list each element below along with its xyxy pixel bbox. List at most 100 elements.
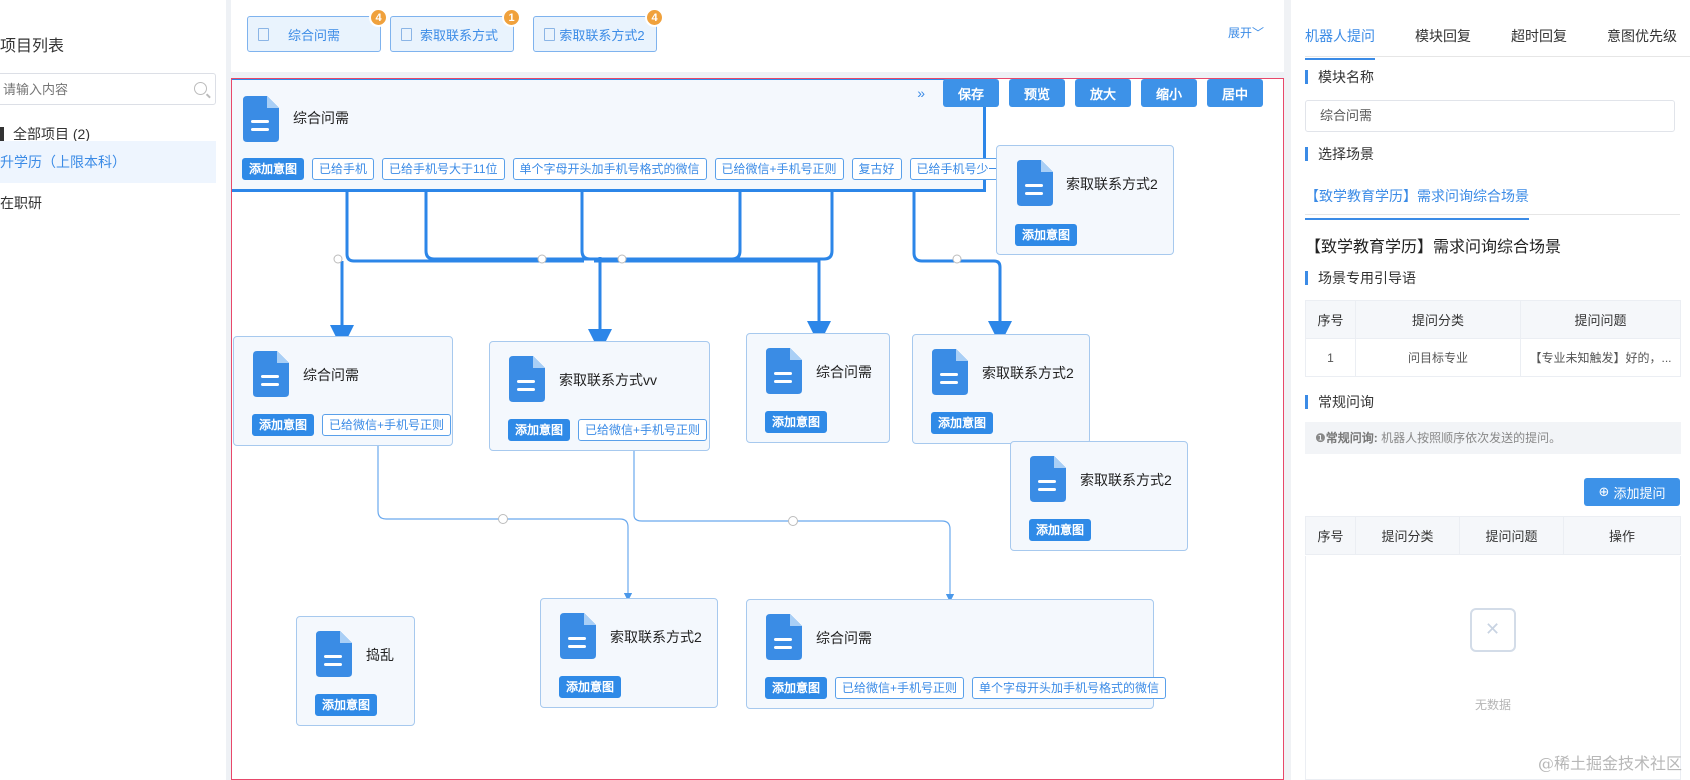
info-icon: ❶ <box>1315 431 1326 445</box>
expand-toggle[interactable]: 展开﹀ <box>1228 24 1264 41</box>
regular-label: 常规问询 <box>1305 395 1374 409</box>
sidebar-title: 项目列表 <box>0 38 65 55</box>
tab-timeout-reply[interactable]: 超时回复 <box>1511 26 1567 60</box>
flow-node-zonghe-b[interactable]: 综合问需 添加意图 <box>746 333 890 443</box>
module-tab-contact[interactable]: 索取联系方式 1 <box>390 8 521 52</box>
intent-chip-list: 添加意图 <box>1029 519 1092 541</box>
plus-circle-icon: ⊕ <box>1598 484 1610 499</box>
flow-node-zonghe-a[interactable]: 综合问需 添加意图 已给微信+手机号正则 <box>233 336 453 446</box>
add-intent-button[interactable]: 添加意图 <box>765 411 828 433</box>
flow-node-contact2-c[interactable]: 索取联系方式2 添加意图 <box>1010 441 1188 551</box>
document-icon <box>401 28 412 41</box>
config-tabs: 机器人提问 模块回复 超时回复 意图优先级 <box>1305 26 1677 60</box>
node-title: 索取联系方式vv <box>559 372 657 388</box>
intent-chip[interactable]: 已给微信+手机号正则 <box>322 414 452 436</box>
tab-label: 索取联系方式2 <box>559 27 645 43</box>
col-header: 提问分类 <box>1355 516 1460 555</box>
cell: 1 <box>1305 338 1356 377</box>
module-tab-zonghe[interactable]: 综合问需 4 <box>247 8 388 52</box>
chevron-down-icon: ﹀ <box>1251 26 1264 40</box>
hint-text: 机器人按照顺序依次发送的提问。 <box>1377 431 1562 445</box>
flow-node-zonghe-c[interactable]: 综合问需 添加意图 已给微信+手机号正则 单个字母开头加手机号格式的微信 <box>746 599 1167 709</box>
flow-canvas[interactable]: 综合问需 添加意图 已给手机 已给手机号大于11位 单个字母开头加手机号格式的微… <box>231 78 1284 780</box>
tab-module-reply[interactable]: 模块回复 <box>1415 26 1471 60</box>
module-tab-contact2[interactable]: 索取联系方式2 4 <box>533 8 664 52</box>
panel-gutter <box>1284 0 1291 780</box>
add-intent-button[interactable]: 添加意图 <box>315 694 378 716</box>
add-intent-button[interactable]: 添加意图 <box>559 676 622 698</box>
add-intent-button[interactable]: 添加意图 <box>1015 224 1078 246</box>
add-intent-button[interactable]: 添加意图 <box>252 414 315 436</box>
scene-label: 选择场景 <box>1305 147 1374 161</box>
module-config-panel: 机器人提问 模块回复 超时回复 意图优先级 模块名称 综合问需 选择场景 【致学… <box>1291 0 1690 780</box>
node-title: 捣乱 <box>366 647 394 663</box>
preview-button[interactable]: 预览 <box>1009 79 1065 107</box>
add-intent-button[interactable]: 添加意图 <box>931 412 994 434</box>
intent-chip[interactable]: 单个字母开头加手机号格式的微信 <box>972 677 1167 699</box>
intent-chip[interactable]: 已给微信+手机号正则 <box>578 419 708 441</box>
hint-bold: 常规问询: <box>1325 431 1378 445</box>
module-tab-strip: 综合问需 4 索取联系方式 1 索取联系方式2 4 展开﹀ <box>231 0 1284 72</box>
node-title: 索取联系方式2 <box>1080 472 1172 488</box>
guide-label: 场景专用引导语 <box>1305 271 1416 285</box>
flow-node-contact2-b[interactable]: 索取联系方式2 添加意图 <box>912 334 1090 444</box>
intent-chip[interactable]: 已给手机 <box>312 158 375 180</box>
expand-label: 展开 <box>1227 26 1252 40</box>
tab-label: 索取联系方式 <box>419 27 498 43</box>
project-search-input[interactable] <box>0 74 177 104</box>
col-header: 序号 <box>1305 300 1356 339</box>
node-title: 索取联系方式2 <box>610 629 702 645</box>
empty-calendar-icon <box>1470 608 1516 652</box>
flow-node-contact2[interactable]: 索取联系方式2 添加意图 <box>996 145 1174 255</box>
add-intent-button[interactable]: 添加意图 <box>765 677 828 699</box>
intent-chip-list: 添加意图 已给微信+手机号正则 <box>252 414 452 436</box>
sidebar-item-upgrade-degree[interactable]: 升学历（上限本科） <box>0 141 216 183</box>
zoom-in-button[interactable]: 放大 <box>1075 79 1131 107</box>
intent-chip[interactable]: 复古好 <box>851 158 902 180</box>
col-header: 提问问题 <box>1520 300 1681 339</box>
intent-chip[interactable]: 单个字母开头加手机号格式的微信 <box>512 158 707 180</box>
zoom-out-button[interactable]: 缩小 <box>1141 79 1197 107</box>
tab-robot-question[interactable]: 机器人提问 <box>1305 26 1375 60</box>
col-header: 序号 <box>1305 516 1356 555</box>
tab-intent-priority[interactable]: 意图优先级 <box>1607 26 1677 60</box>
flow-node-root[interactable]: 综合问需 添加意图 已给手机 已给手机号大于11位 单个字母开头加手机号格式的微… <box>232 79 1020 192</box>
document-icon <box>560 613 596 659</box>
search-icon[interactable] <box>194 82 207 95</box>
scene-title: 【致学教育学历】需求问询综合场景 <box>1305 239 1562 256</box>
add-intent-button[interactable]: 添加意图 <box>242 158 305 180</box>
add-question-button[interactable]: ⊕ 添加提问 <box>1584 478 1680 506</box>
intent-chip[interactable]: 已给微信+手机号正则 <box>835 677 965 699</box>
document-icon <box>544 28 555 41</box>
sidebar-item-inservice-grad[interactable]: 在职研 <box>0 182 216 224</box>
add-intent-button[interactable]: 添加意图 <box>508 419 571 441</box>
document-icon <box>253 351 289 397</box>
cell: 问目标专业 <box>1355 338 1521 377</box>
module-name-field[interactable]: 综合问需 <box>1305 100 1675 132</box>
col-header: 操作 <box>1563 516 1681 555</box>
intent-chip[interactable]: 已给手机号大于11位 <box>382 158 505 180</box>
node-title: 综合问需 <box>816 630 872 646</box>
document-icon <box>243 96 279 142</box>
watermark: @稀土掘金技术社区 <box>1537 754 1682 773</box>
scene-divider <box>1305 214 1680 215</box>
center-button[interactable]: 居中 <box>1207 79 1263 107</box>
add-question-label: 添加提问 <box>1613 485 1666 501</box>
collapse-panel-icon[interactable]: » <box>917 85 925 101</box>
intent-chip-list: 添加意图 <box>765 411 828 433</box>
intent-chip[interactable]: 已给微信+手机号正则 <box>714 158 844 180</box>
document-icon <box>258 28 269 41</box>
save-button[interactable]: 保存 <box>943 79 999 107</box>
node-title: 综合问需 <box>293 110 349 126</box>
flow-node-contact-vv[interactable]: 索取联系方式vv 添加意图 已给微信+手机号正则 <box>489 341 710 451</box>
flow-node-daoluan[interactable]: 捣乱 添加意图 <box>296 616 415 726</box>
intent-chip-list: 添加意图 <box>931 412 994 434</box>
regular-hint: ❶常规问询: 机器人按照顺序依次发送的提问。 <box>1305 422 1681 454</box>
table-row[interactable]: 1 问目标专业 【专业未知触发】好的，... <box>1305 338 1681 377</box>
intent-chip-list: 添加意图 已给微信+手机号正则 <box>508 419 708 441</box>
document-icon <box>766 614 802 660</box>
add-intent-button[interactable]: 添加意图 <box>1029 519 1092 541</box>
flow-node-contact2-d[interactable]: 索取联系方式2 添加意图 <box>540 598 718 708</box>
project-search-box[interactable] <box>0 73 216 105</box>
tabs-divider <box>1305 56 1690 57</box>
